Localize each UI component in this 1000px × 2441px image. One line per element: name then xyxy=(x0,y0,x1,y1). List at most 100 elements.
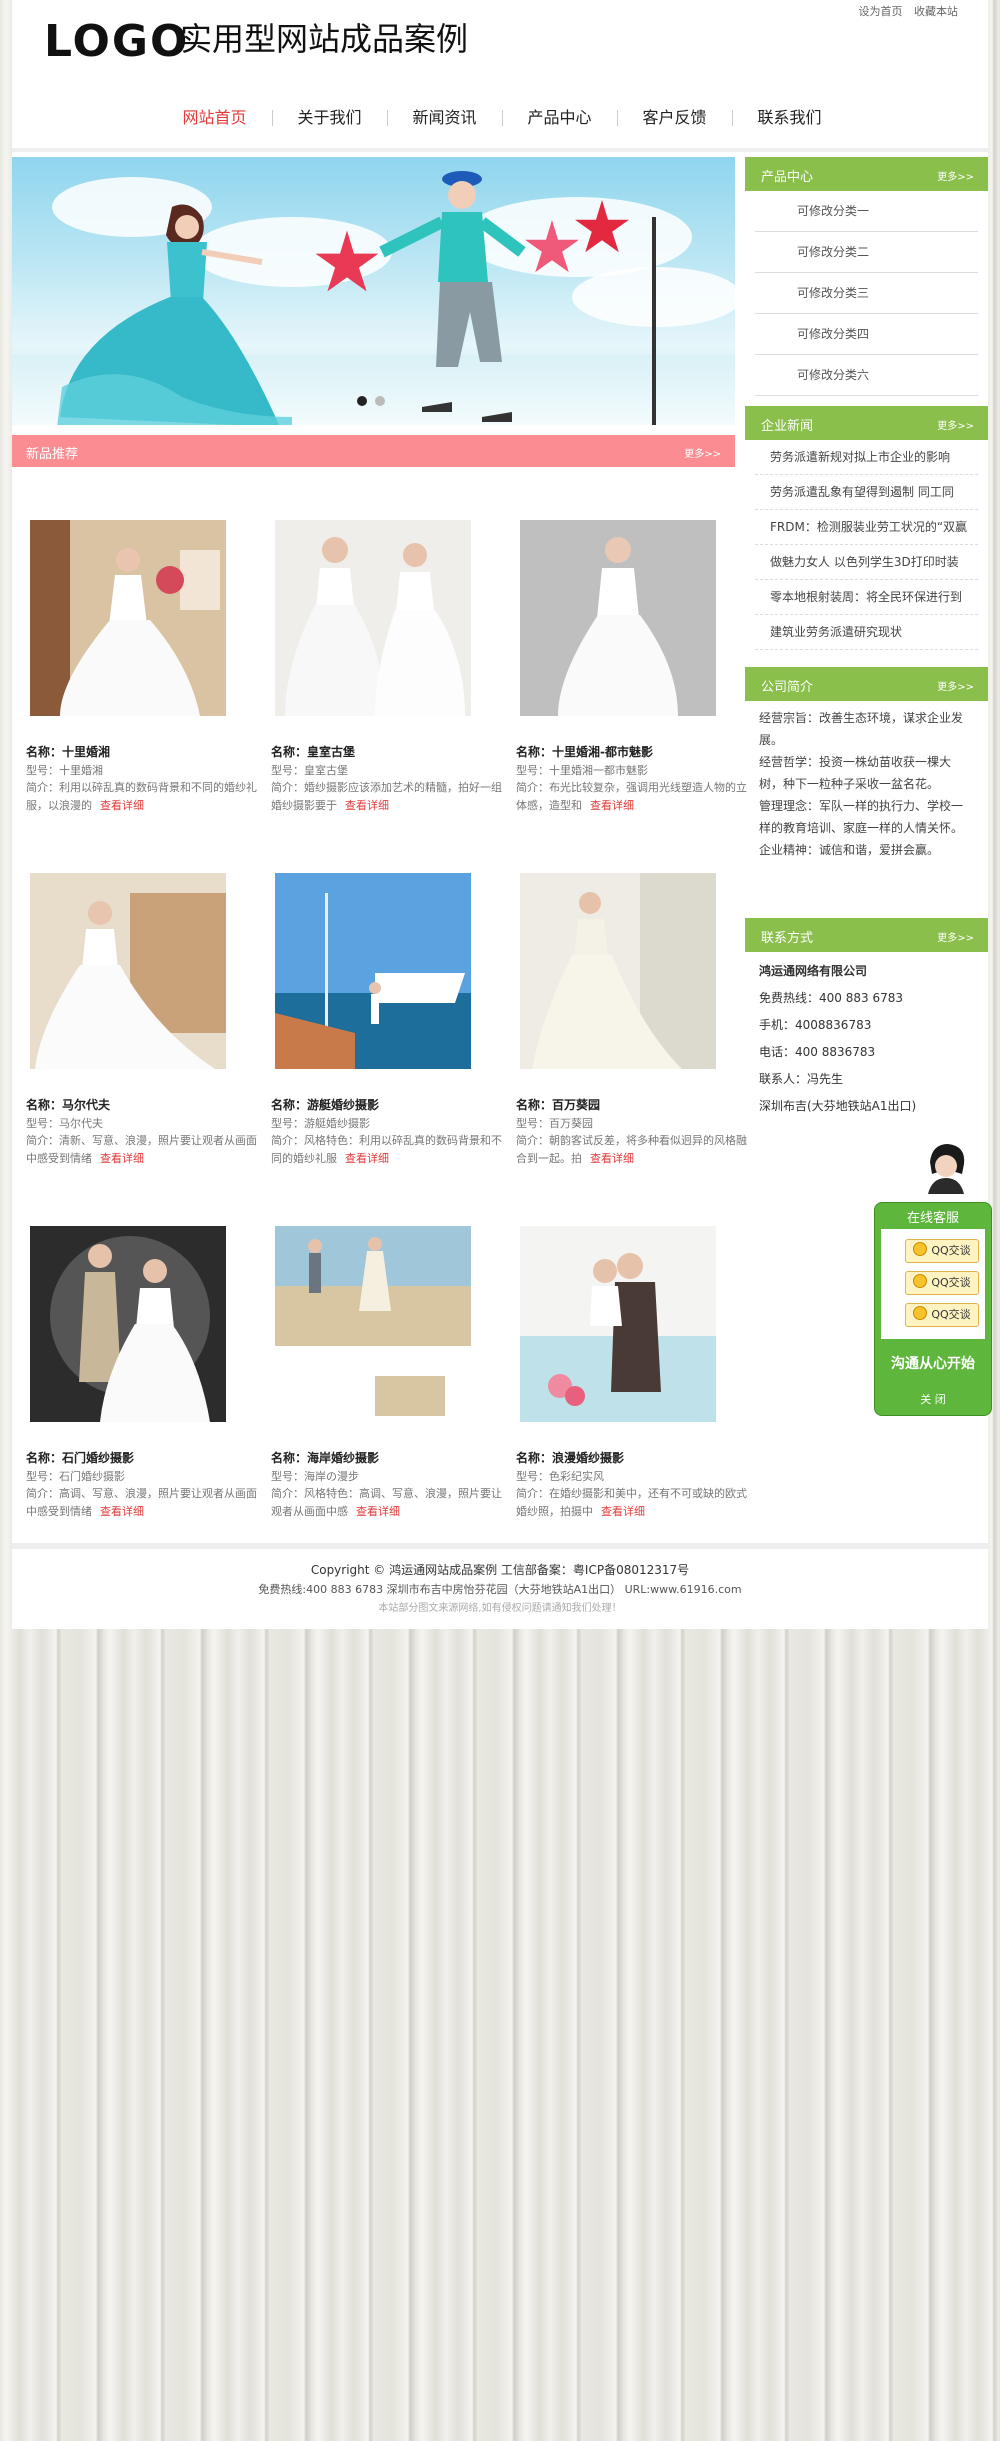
product-type: 型号：百万葵园 xyxy=(516,1117,593,1130)
qq-icon xyxy=(913,1274,928,1288)
contact-info: 鸿运通网络有限公司 免费热线：400 883 6783 手机：400883678… xyxy=(745,952,988,1120)
news-item[interactable]: FRDM：检测服装业劳工状况的“双赢 xyxy=(755,510,978,545)
footer: Copyright © 鸿运通网站成品案例 工信部备案：粤ICP备0801231… xyxy=(12,1543,988,1629)
product-name: 名称：浪漫婚纱摄影 xyxy=(516,1451,625,1465)
product-type: 型号：十里婚湘一都市魅影 xyxy=(516,764,648,777)
product-desc: 简介：朝韵客试反差，将多种看似迥异的风格融合到一起。拍 查看详细 xyxy=(516,1134,747,1165)
product-name: 名称：十里婚湘-都市魅影 xyxy=(516,745,653,759)
hero-banner[interactable] xyxy=(12,157,735,425)
news-item[interactable]: 建筑业劳务派遣研究现状 xyxy=(755,615,978,650)
product-type: 型号：石门婚纱摄影 xyxy=(26,1470,125,1483)
agent-avatar-icon xyxy=(928,1144,965,1194)
qq-chat-button[interactable]: QQ交谈 xyxy=(905,1271,979,1295)
sidebar-title: 联系方式 xyxy=(761,931,814,946)
nav-home[interactable]: 网站首页 xyxy=(157,98,272,138)
bride-figure xyxy=(57,204,292,425)
sidebar-header: 产品中心 更多>> xyxy=(745,157,988,191)
sidebar-contact: 联系方式 更多>> 鸿运通网络有限公司 免费热线：400 883 6783 手机… xyxy=(745,918,988,1120)
product-image[interactable] xyxy=(275,873,471,1069)
banner-dot-1[interactable] xyxy=(357,396,367,406)
product-name: 名称：百万葵园 xyxy=(516,1098,601,1112)
sidebar-header: 联系方式 更多>> xyxy=(745,918,988,952)
logo[interactable]: LOGO xyxy=(44,16,189,67)
main-nav: 网站首页 关于我们 新闻资讯 产品中心 客户反馈 联系我们 xyxy=(157,98,847,138)
more-link[interactable]: 更多>> xyxy=(937,929,974,944)
sidebar-title: 公司简介 xyxy=(761,680,814,695)
product-name: 名称：十里婚湘 xyxy=(26,745,111,759)
product-image[interactable] xyxy=(520,873,716,1069)
product-desc: 简介：风格特色：利用以碎乱真的数码背景和不同的婚纱礼服 查看详细 xyxy=(271,1134,502,1165)
nav-about[interactable]: 关于我们 xyxy=(272,98,387,138)
more-link[interactable]: 更多>> xyxy=(937,678,974,693)
copyright: Copyright © 鸿运通网站成品案例 工信部备案：粤ICP备0801231… xyxy=(310,1563,690,1577)
view-details-link[interactable]: 查看详细 xyxy=(590,799,634,812)
phone: 电话：400 8836783 xyxy=(759,1045,876,1059)
product-name: 名称：马尔代夫 xyxy=(26,1098,111,1112)
more-link[interactable]: 更多>> xyxy=(684,445,721,460)
product-desc: 简介：婚纱摄影应该添加艺术的精髓，拍好一组婚纱摄影要于 查看详细 xyxy=(271,781,502,812)
category-item[interactable]: 可修改分类二 xyxy=(755,232,978,273)
more-link[interactable]: 更多>> xyxy=(937,417,974,432)
category-item[interactable]: 可修改分类六 xyxy=(755,355,978,396)
view-details-link[interactable]: 查看详细 xyxy=(601,1505,645,1518)
nav-news[interactable]: 新闻资讯 xyxy=(387,98,502,138)
chat-close-button[interactable]: 关 闭 xyxy=(875,1391,991,1407)
footer-contact: 免费热线:400 883 6783 深圳市布吉中房怡芬花园（大芬地铁站A1出口）… xyxy=(258,1583,742,1596)
chat-title: 在线客服 xyxy=(906,1211,959,1226)
product-image[interactable] xyxy=(275,520,471,716)
product-desc: 简介：风格特色：高调、写意、浪漫，照片要让观者从画面中感 查看详细 xyxy=(271,1487,502,1518)
view-details-link[interactable]: 查看详细 xyxy=(590,1152,634,1165)
product-desc: 简介：清新、写意、浪漫，照片要让观者从画面中感受到情绪 查看详细 xyxy=(26,1134,257,1165)
product-type: 型号：马尔代夫 xyxy=(26,1117,103,1130)
chat-panel: 在线客服 QQ交谈 QQ交谈 QQ交谈 沟通从心开始 关 闭 xyxy=(874,1202,992,1416)
banner-pole xyxy=(652,217,656,425)
view-details-link[interactable]: 查看详细 xyxy=(356,1505,400,1518)
news-item[interactable]: 劳务派遣乱象有望得到遏制 同工同 xyxy=(755,475,978,510)
sidebar-header: 企业新闻 更多>> xyxy=(745,406,988,440)
address: 深圳布吉(大芬地铁站A1出口) xyxy=(759,1099,917,1113)
product-desc: 简介：高调、写意、浪漫，照片要让观者从画面中感受到情绪 查看详细 xyxy=(26,1487,257,1518)
product-image[interactable] xyxy=(275,1226,471,1422)
view-details-link[interactable]: 查看详细 xyxy=(100,1505,144,1518)
news-item[interactable]: 做魅力女人 以色列学生3D打印时装 xyxy=(755,545,978,580)
qq-icon xyxy=(913,1306,928,1320)
footer-notice: 本站部分图文来源网络,如有侵权问题请通知我们处理！ xyxy=(378,1603,622,1614)
nav-products[interactable]: 产品中心 xyxy=(502,98,617,138)
product-name: 名称：海岸婚纱摄影 xyxy=(271,1451,380,1465)
category-item[interactable]: 可修改分类四 xyxy=(755,314,978,355)
news-item[interactable]: 劳务派遣新规对拟上市企业的影响 xyxy=(755,440,978,475)
view-details-link[interactable]: 查看详细 xyxy=(100,799,144,812)
view-details-link[interactable]: 查看详细 xyxy=(345,1152,389,1165)
contact-person: 联系人：冯先生 xyxy=(759,1072,844,1086)
company-intro-text: 经营宗旨：改善生态环境，谋求企业发展。 经营哲学：投资一株幼苗收获一棵大树，种下… xyxy=(759,711,964,857)
product-image[interactable] xyxy=(520,520,716,716)
view-details-link[interactable]: 查看详细 xyxy=(100,1152,144,1165)
product-image[interactable] xyxy=(520,1226,716,1422)
news-item[interactable]: 零本地根射装周：将全民环保进行到 xyxy=(755,580,978,615)
banner-dot-2[interactable] xyxy=(375,396,385,406)
sidebar-title: 企业新闻 xyxy=(761,419,814,434)
qq-chat-button[interactable]: QQ交谈 xyxy=(905,1303,979,1327)
product-name: 名称：皇室古堡 xyxy=(271,745,356,759)
category-item[interactable]: 可修改分类三 xyxy=(755,273,978,314)
set-homepage-link[interactable]: 设为首页 xyxy=(859,5,903,18)
product-name: 名称：石门婚纱摄影 xyxy=(26,1451,135,1465)
qq-chat-button[interactable]: QQ交谈 xyxy=(905,1239,979,1263)
product-image[interactable] xyxy=(30,873,226,1069)
company-name: 鸿运通网络有限公司 xyxy=(759,964,868,978)
nav-contact[interactable]: 联系我们 xyxy=(732,98,847,138)
bookmark-link[interactable]: 收藏本站 xyxy=(914,5,958,18)
product-image[interactable] xyxy=(30,520,226,716)
sidebar-header: 公司简介 更多>> xyxy=(745,667,988,701)
sidebar-company-intro: 公司简介 更多>> 经营宗旨：改善生态环境，谋求企业发展。 经营哲学：投资一株幼… xyxy=(745,667,988,861)
nav-feedback[interactable]: 客户反馈 xyxy=(617,98,732,138)
view-details-link[interactable]: 查看详细 xyxy=(345,799,389,812)
category-item[interactable]: 可修改分类一 xyxy=(755,191,978,232)
product-desc: 简介：利用以碎乱真的数码背景和不同的婚纱礼服，以浪漫的 查看详细 xyxy=(26,781,257,812)
sidebar-title: 产品中心 xyxy=(761,170,814,185)
chat-slogan: 沟通从心开始 xyxy=(891,1356,975,1372)
groom-figure xyxy=(379,171,526,422)
product-image[interactable] xyxy=(30,1226,226,1422)
more-link[interactable]: 更多>> xyxy=(937,168,974,183)
product-desc: 简介：布光比较复杂，强调用光线塑造人物的立体感，造型和 查看详细 xyxy=(516,781,747,812)
